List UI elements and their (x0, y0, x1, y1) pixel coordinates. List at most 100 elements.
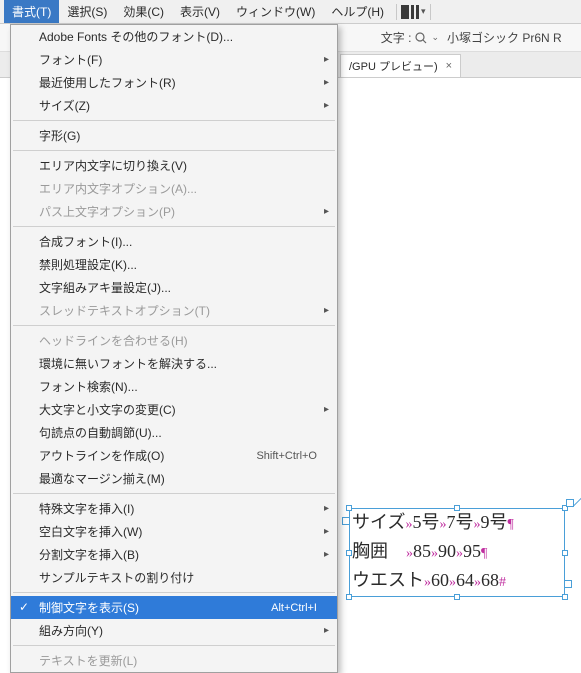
submenu-arrow-icon: ▸ (324, 54, 329, 65)
menu-shortcut: Shift+Ctrl+O (256, 450, 317, 462)
menu-item-label: アウトラインを作成(O) (39, 447, 256, 464)
menu-item[interactable]: 環境に無いフォントを解決する... (11, 352, 337, 375)
menu-item-label: 最近使用したフォント(R) (39, 74, 317, 91)
check-icon: ✓ (19, 600, 29, 614)
submenu-arrow-icon: ▸ (324, 526, 329, 537)
menu-item[interactable]: サンプルテキストの割り付け (11, 566, 337, 589)
menubar: 書式(T) 選択(S) 効果(C) 表示(V) ウィンドウ(W) ヘルプ(H) … (0, 0, 581, 24)
submenu-arrow-icon: ▸ (324, 625, 329, 636)
handle[interactable] (346, 550, 352, 556)
submenu-arrow-icon: ▸ (324, 549, 329, 560)
separator (430, 4, 431, 20)
menu-item-label: サイズ(Z) (39, 97, 317, 114)
menu-type[interactable]: 書式(T) (4, 0, 59, 23)
menu-item[interactable]: フォント検索(N)... (11, 375, 337, 398)
menu-item[interactable]: 字形(G) (11, 124, 337, 147)
menu-item-label: 合成フォント(I)... (39, 233, 317, 250)
menu-effect[interactable]: 効果(C) (115, 0, 172, 23)
menu-item[interactable]: 最近使用したフォント(R) ▸ (11, 71, 337, 94)
menu-item-label: 環境に無いフォントを解決する... (39, 355, 317, 372)
menu-item-label: エリア内文字に切り換え(V) (39, 157, 317, 174)
menu-item-label: ヘッドラインを合わせる(H) (39, 332, 317, 349)
submenu-arrow-icon: ▸ (324, 404, 329, 415)
menu-item[interactable]: エリア内文字に切り換え(V) (11, 154, 337, 177)
menu-item[interactable]: サイズ(Z) ▸ (11, 94, 337, 117)
menu-item: エリア内文字オプション(A)... (11, 177, 337, 200)
menu-item-label: スレッドテキストオプション(T) (39, 302, 317, 319)
anchor-handle[interactable] (566, 499, 574, 507)
menu-item-label: 文字組みアキ量設定(J)... (39, 279, 317, 296)
menu-select[interactable]: 選択(S) (59, 0, 115, 23)
text-line: サイズ»5号»7号»9号¶ (352, 509, 562, 538)
menu-separator (13, 645, 335, 646)
submenu-arrow-icon: ▸ (324, 503, 329, 514)
submenu-arrow-icon: ▸ (324, 100, 329, 111)
menu-item[interactable]: 最適なマージン揃え(M) (11, 467, 337, 490)
out-port[interactable] (564, 580, 572, 588)
menu-item-label: 禁則処理設定(K)... (39, 256, 317, 273)
menu-item-label: テキストを更新(L) (39, 652, 317, 669)
close-icon[interactable]: × (446, 60, 452, 72)
submenu-arrow-icon: ▸ (324, 77, 329, 88)
type-menu-dropdown: Adobe Fonts その他のフォント(D)...フォント(F)▸最近使用した… (10, 24, 338, 673)
menu-item-label: パス上文字オプション(P) (39, 203, 317, 220)
font-name-field[interactable]: 小塚ゴシック Pr6N R (443, 27, 573, 48)
menu-item[interactable]: Adobe Fonts その他のフォント(D)... (11, 25, 337, 48)
layout-icon[interactable] (401, 5, 419, 19)
menu-separator (13, 493, 335, 494)
handle[interactable] (562, 550, 568, 556)
menu-item[interactable]: 分割文字を挿入(B) ▸ (11, 543, 337, 566)
menu-item-label: Adobe Fonts その他のフォント(D)... (39, 28, 317, 45)
menu-item-label: 組み方向(Y) (39, 622, 317, 639)
menu-view[interactable]: 表示(V) (172, 0, 228, 23)
menu-item[interactable]: 句読点の自動調節(U)... (11, 421, 337, 444)
document-tab[interactable]: /GPU プレビュー) × (340, 54, 461, 77)
chevron-down-icon[interactable]: ⌄ (431, 32, 439, 43)
menu-item-label: 句読点の自動調節(U)... (39, 424, 317, 441)
menu-item[interactable]: アウトラインを作成(O)Shift+Ctrl+O (11, 444, 337, 467)
menu-separator (13, 150, 335, 151)
in-port[interactable] (342, 517, 350, 525)
menu-item[interactable]: 特殊文字を挿入(I) ▸ (11, 497, 337, 520)
search-icon[interactable] (415, 32, 427, 44)
menu-item: パス上文字オプション(P)▸ (11, 200, 337, 223)
char-label: 文字 : (381, 29, 412, 46)
menu-item-label: 制御文字を表示(S) (39, 599, 271, 616)
menu-item-label: フォント(F) (39, 51, 317, 68)
handle[interactable] (454, 505, 460, 511)
menu-item: テキストを更新(L) (11, 649, 337, 672)
menu-item-label: 分割文字を挿入(B) (39, 546, 317, 563)
menu-item: ヘッドラインを合わせる(H) (11, 329, 337, 352)
handle[interactable] (454, 594, 460, 600)
submenu-arrow-icon: ▸ (324, 305, 329, 316)
chevron-down-icon[interactable]: ▾ (421, 6, 426, 17)
menu-separator (13, 120, 335, 121)
menu-item[interactable]: 組み方向(Y) ▸ (11, 619, 337, 642)
menu-item[interactable]: 空白文字を挿入(W) ▸ (11, 520, 337, 543)
menu-item-label: 特殊文字を挿入(I) (39, 500, 317, 517)
menu-item-label: サンプルテキストの割り付け (39, 569, 317, 586)
menu-help[interactable]: ヘルプ(H) (323, 0, 392, 23)
menu-item-label: 字形(G) (39, 127, 317, 144)
menu-item[interactable]: 禁則処理設定(K)... (11, 253, 337, 276)
menu-item[interactable]: フォント(F) ▸ (11, 48, 337, 71)
handle[interactable] (346, 505, 352, 511)
handle[interactable] (346, 594, 352, 600)
menu-item: スレッドテキストオプション(T) ▸ (11, 299, 337, 322)
separator (396, 4, 397, 20)
text-line: ウエスト»60»64»68# (352, 567, 562, 596)
menu-item-label: エリア内文字オプション(A)... (39, 180, 317, 197)
menu-item-label: フォント検索(N)... (39, 378, 317, 395)
menu-item[interactable]: 文字組みアキ量設定(J)... (11, 276, 337, 299)
menu-separator (13, 592, 335, 593)
menu-separator (13, 226, 335, 227)
menu-item-label: 大文字と小文字の変更(C) (39, 401, 317, 418)
menu-item[interactable]: ✓制御文字を表示(S)Alt+Ctrl+I (11, 596, 337, 619)
menu-item[interactable]: 合成フォント(I)... (11, 230, 337, 253)
menu-item[interactable]: 大文字と小文字の変更(C) ▸ (11, 398, 337, 421)
text-line: 胸囲 »85»90»95¶ (352, 538, 562, 567)
menu-window[interactable]: ウィンドウ(W) (228, 0, 323, 23)
text-frame[interactable]: サイズ»5号»7号»9号¶胸囲 »85»90»95¶ウエスト»60»64»68# (349, 508, 565, 597)
menu-item-label: 空白文字を挿入(W) (39, 523, 317, 540)
handle[interactable] (562, 594, 568, 600)
